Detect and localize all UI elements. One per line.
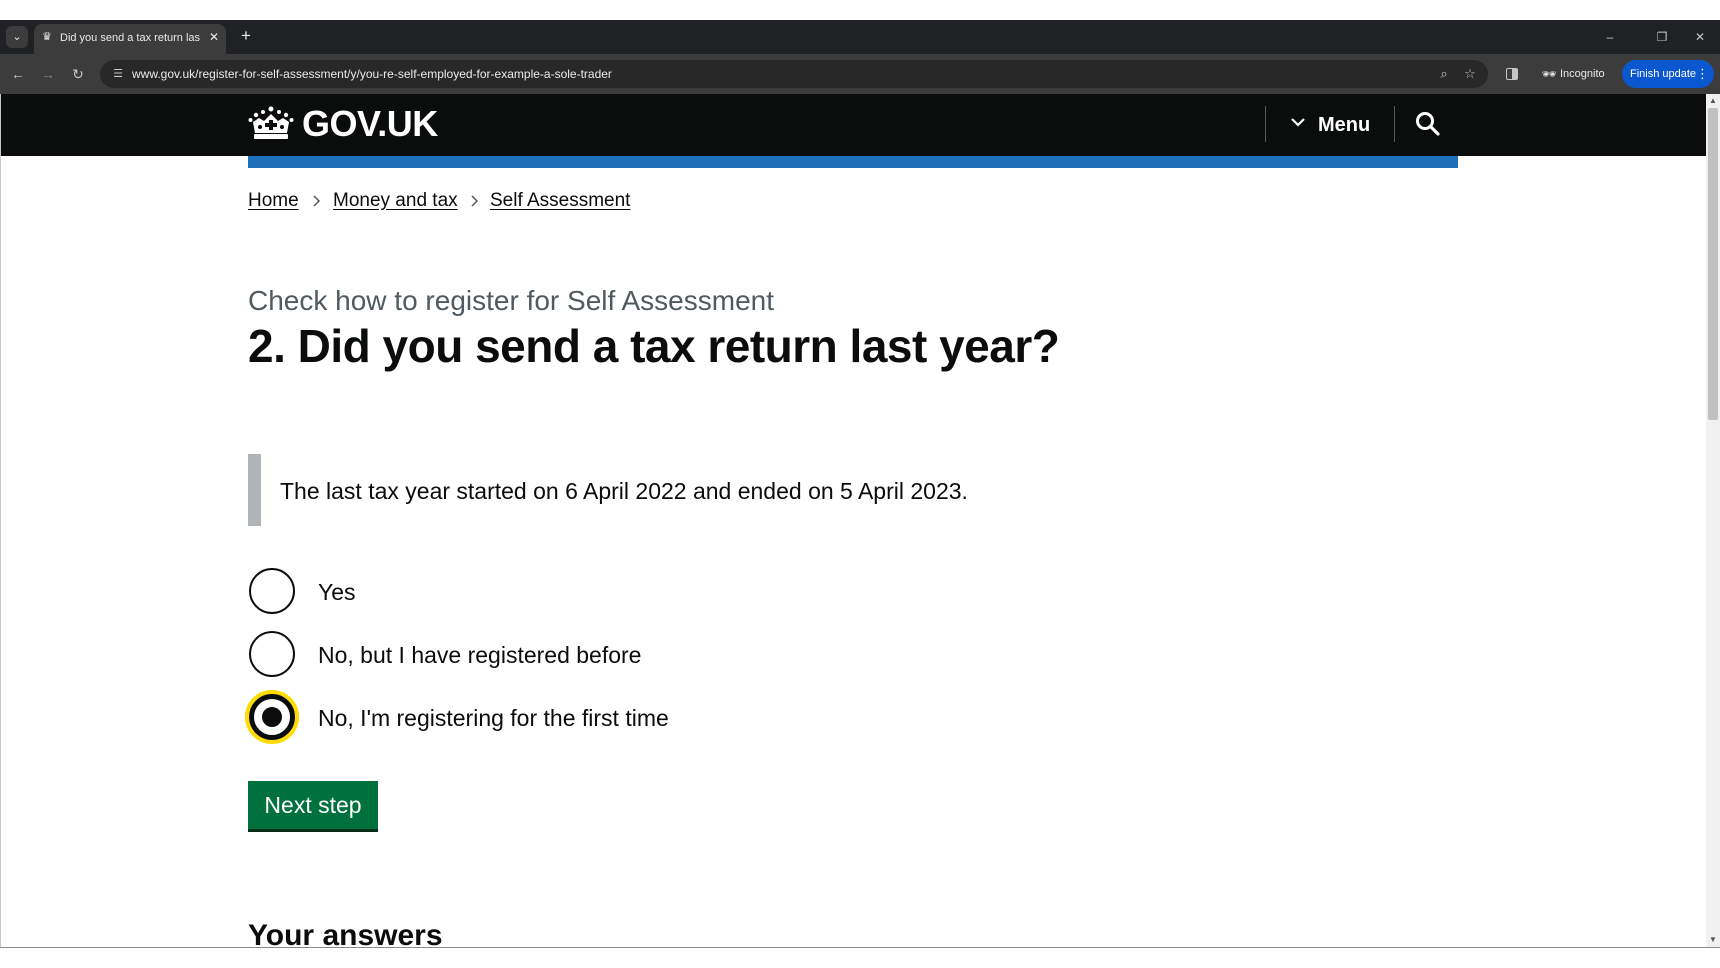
reload-icon[interactable]: ↻ — [66, 62, 90, 86]
star-icon[interactable]: ☆ — [1458, 62, 1482, 86]
new-tab-button[interactable]: + — [236, 26, 256, 46]
screen-top-strip — [0, 0, 1720, 20]
finish-update-label: Finish update — [1630, 68, 1697, 80]
radio-yes[interactable] — [249, 568, 295, 614]
radio-registered-before[interactable] — [249, 631, 295, 677]
radio-label-yes[interactable]: Yes — [318, 578, 356, 606]
url-text[interactable]: www.gov.uk/register-for-self-assessment/… — [132, 66, 612, 82]
close-window-icon[interactable]: ✕ — [1688, 26, 1712, 48]
restore-icon[interactable]: ❐ — [1650, 26, 1674, 48]
minimize-icon[interactable]: – — [1598, 26, 1622, 48]
kebab-icon[interactable]: ⋮ — [1696, 64, 1709, 84]
header-divider — [1394, 106, 1395, 142]
incognito-icon: 🕶 — [1541, 67, 1557, 81]
screen-bottom-strip — [0, 947, 1720, 968]
page-title: 2. Did you send a tax return last year? — [248, 320, 1060, 372]
crown-favicon-icon: ♛ — [42, 31, 52, 43]
chevron-right-icon — [471, 195, 479, 207]
inset-text: The last tax year started on 6 April 202… — [280, 478, 968, 504]
inset-border — [248, 454, 261, 526]
scroll-down-icon[interactable]: ▼ — [1706, 933, 1720, 947]
menu-button[interactable]: Menu — [1318, 112, 1370, 138]
crown-icon[interactable] — [248, 106, 294, 140]
breadcrumb-home[interactable]: Home — [248, 189, 299, 213]
zoom-icon[interactable]: ⌕ — [1432, 62, 1456, 86]
incognito-label: Incognito — [1560, 68, 1605, 80]
chevron-right-icon — [313, 195, 321, 207]
breadcrumb-self-assessment[interactable]: Self Assessment — [490, 189, 630, 213]
chevron-down-icon[interactable] — [1290, 114, 1306, 130]
side-panel-icon[interactable] — [1500, 62, 1524, 86]
header-blue-bar — [248, 156, 1458, 168]
tab-search-button[interactable]: ⌄ — [6, 26, 28, 48]
search-icon[interactable] — [1414, 110, 1442, 138]
scroll-up-icon[interactable]: ▲ — [1706, 94, 1720, 108]
tab-title: Did you send a tax return last year? — [60, 32, 200, 44]
next-step-button[interactable]: Next step — [248, 781, 378, 829]
close-tab-icon[interactable]: ✕ — [206, 29, 222, 45]
radio-selected-dot — [262, 707, 282, 727]
forward-arrow-icon[interactable]: → — [36, 62, 60, 86]
govuk-logo-text[interactable]: GOV.UK — [302, 102, 438, 146]
radio-label-registered-before[interactable]: No, but I have registered before — [318, 641, 641, 669]
next-step-label: Next step — [264, 792, 362, 818]
page-caption: Check how to register for Self Assessmen… — [248, 285, 774, 316]
tune-icon[interactable]: ☰ — [108, 64, 128, 84]
header-divider — [1265, 106, 1266, 142]
radio-label-first-time[interactable]: No, I'm registering for the first time — [318, 704, 669, 732]
tab-strip — [0, 20, 1720, 54]
scrollbar-thumb[interactable] — [1708, 108, 1718, 420]
breadcrumb-money-and-tax[interactable]: Money and tax — [333, 189, 458, 213]
viewport-edge — [0, 94, 1, 948]
back-arrow-icon[interactable]: ← — [6, 62, 30, 86]
chevron-down-icon: ⌄ — [12, 31, 22, 43]
plus-icon: + — [241, 26, 251, 45]
